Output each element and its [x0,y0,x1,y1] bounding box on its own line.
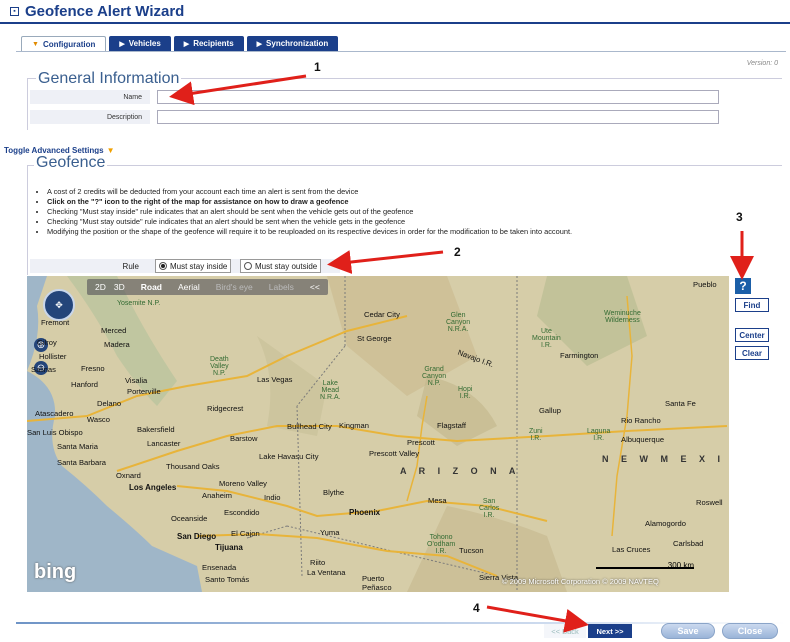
annotation-number: 4 [473,601,480,615]
annotation-arrow [327,250,444,274]
annotation-overlay [169,74,754,633]
annotation-number: 3 [736,210,743,224]
annotation-number: 1 [314,60,321,74]
annotation-number: 2 [454,245,461,259]
annotation-arrow [486,605,589,633]
annotation-arrow [169,74,307,106]
